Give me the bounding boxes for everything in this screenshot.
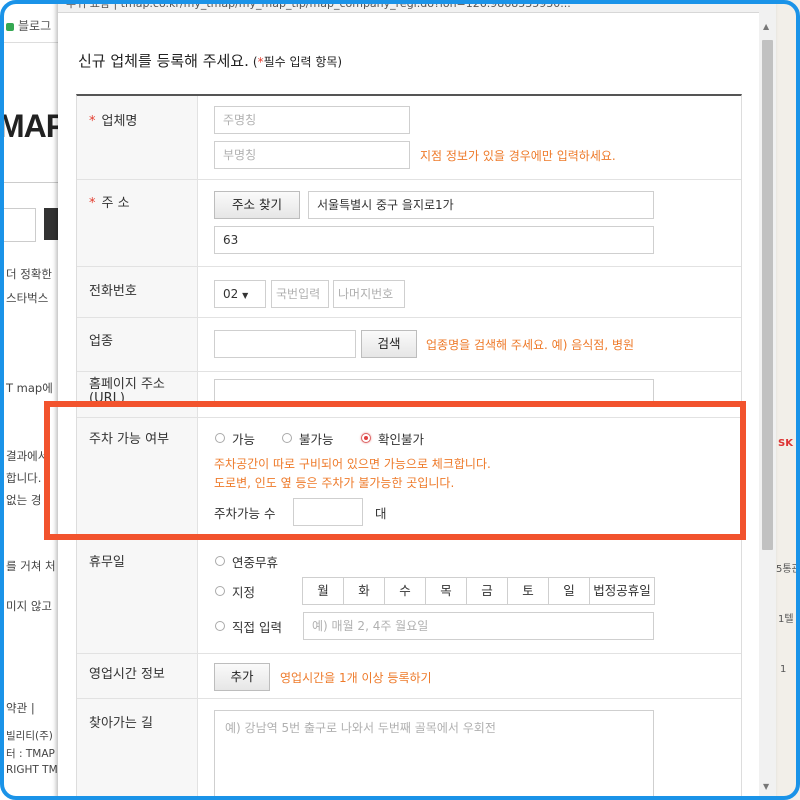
- address-detail-input[interactable]: 63: [214, 226, 654, 254]
- phone-prefix-input[interactable]: 국번입력: [271, 280, 329, 308]
- category-label: 업종: [89, 334, 113, 349]
- scrollbar-thumb[interactable]: [762, 40, 773, 550]
- day-wed[interactable]: 수: [384, 577, 426, 605]
- background-text: 없는 경: [6, 493, 42, 507]
- background-text: 터 : TMAP: [6, 748, 55, 760]
- parking-count-label: 주차가능 수: [214, 506, 276, 521]
- register-company-popup: 추귀 표참 | tmap.co.kr/my_tmap/my_map_tip/ma…: [58, 0, 776, 800]
- popup-titlebar: 추귀 표참 | tmap.co.kr/my_tmap/my_map_tip/ma…: [58, 0, 776, 13]
- address-label: * 주 소: [89, 196, 130, 211]
- background-search-input[interactable]: [0, 208, 36, 242]
- parking-count-unit: 대: [375, 506, 387, 521]
- day-tue[interactable]: 화: [343, 577, 385, 605]
- parking-count-input[interactable]: [293, 498, 363, 526]
- phone-rest-input[interactable]: 나머지번호: [333, 280, 405, 308]
- background-text: T map에: [6, 381, 53, 395]
- area-code-select[interactable]: 02 ▼: [214, 280, 266, 308]
- day-public-holiday[interactable]: 법정공휴일: [589, 577, 655, 605]
- business-name-label: * 업체명: [89, 114, 138, 129]
- category-input[interactable]: [214, 330, 356, 358]
- find-address-button[interactable]: 주소 찾기: [214, 191, 300, 219]
- directions-textarea[interactable]: 예) 강남역 5번 출구로 나와서 두번째 골목에서 우회전: [214, 710, 654, 800]
- hours-hint: 영업시간을 1개 이상 등록하기: [280, 671, 432, 685]
- background-text[interactable]: 약관 |: [6, 700, 35, 716]
- category-search-button[interactable]: 검색: [361, 330, 417, 358]
- homepage-input[interactable]: [214, 379, 654, 407]
- background-text: 를 거쳐 처: [6, 559, 56, 573]
- category-hint: 업종명을 검색해 주세요. 예) 음식점, 병원: [426, 338, 635, 352]
- background-map: SK 5통관 1텔 1: [776, 0, 800, 800]
- parking-option-label: 확인불가: [378, 432, 425, 447]
- holiday-radio-specified[interactable]: [215, 586, 225, 596]
- background-text: 미지 않고: [6, 599, 52, 613]
- parking-hint-1: 주차공간이 따로 구비되어 있으면 가능으로 체크합니다.: [214, 457, 491, 471]
- holiday-option-label: 직접 입력: [232, 620, 282, 635]
- register-form: * 업체명 주명칭 부명칭 지점 정보가 있을 경우에만 입력하세요. * 주 소 …: [76, 94, 742, 800]
- background-logo: MAP: [0, 108, 60, 144]
- day-mon[interactable]: 월: [302, 577, 344, 605]
- background-text: 스타벅스: [6, 291, 49, 305]
- main-name-input[interactable]: 주명칭: [214, 106, 410, 134]
- holiday-label: 휴무일: [89, 555, 125, 570]
- homepage-label: 홈페이지 주소 (URL): [89, 377, 165, 406]
- scroll-down-icon[interactable]: ▼: [763, 782, 769, 791]
- parking-radio-possible[interactable]: [215, 433, 225, 443]
- sub-name-hint: 지점 정보가 있을 경우에만 입력하세요.: [420, 149, 616, 163]
- address-input[interactable]: 서울특별시 중구 을지로1가: [308, 191, 654, 219]
- sub-name-input[interactable]: 부명칭: [214, 141, 410, 169]
- day-sun[interactable]: 일: [548, 577, 590, 605]
- day-thu[interactable]: 목: [425, 577, 467, 605]
- day-selector: 월 화 수 목 금 토 일 법정공휴일: [302, 577, 656, 605]
- add-hours-button[interactable]: 추가: [214, 663, 270, 691]
- caret-down-icon: ▼: [242, 291, 249, 300]
- parking-radio-impossible[interactable]: [282, 433, 292, 443]
- directions-label: 찾아가는 길: [89, 716, 153, 731]
- background-text: RIGHT TM: [6, 764, 58, 776]
- scroll-up-icon[interactable]: ▲: [763, 22, 769, 31]
- phone-label: 전화번호: [89, 284, 137, 299]
- parking-radio-unknown[interactable]: [361, 433, 371, 443]
- holiday-radio-all-year[interactable]: [215, 556, 225, 566]
- holiday-direct-input[interactable]: 예) 매월 2, 4주 월요일: [303, 612, 654, 640]
- parking-option-label: 불가능: [299, 432, 334, 447]
- blog-icon: [6, 22, 14, 31]
- background-text: 결과에서: [6, 449, 49, 463]
- background-text: 빌리티(주): [6, 730, 53, 742]
- hours-label: 영업시간 정보: [89, 667, 165, 682]
- holiday-option-label: 지정: [232, 585, 256, 600]
- background-page: 블로그 MAP 더 정확한 스타벅스 T map에 결과에서 합니다. 없는 경…: [0, 0, 60, 800]
- background-tab[interactable]: 블로그: [6, 17, 60, 41]
- day-fri[interactable]: 금: [466, 577, 508, 605]
- scrollbar[interactable]: ▲ ▼: [759, 12, 776, 800]
- parking-label: 주차 가능 여부: [89, 432, 170, 447]
- required-note: (*필수 입력 항목): [252, 55, 343, 69]
- background-text: 더 정확한: [6, 267, 52, 281]
- holiday-option-label: 연중무휴: [232, 555, 279, 570]
- parking-hint-2: 도로변, 인도 옆 등은 주차가 불가능한 곳입니다.: [214, 476, 455, 490]
- page-title: 신규 업체를 등록해 주세요. (*필수 입력 항목): [78, 52, 343, 70]
- day-sat[interactable]: 토: [507, 577, 549, 605]
- holiday-radio-direct[interactable]: [215, 621, 225, 631]
- parking-option-label: 가능: [232, 432, 256, 447]
- background-text: 합니다.: [6, 471, 42, 485]
